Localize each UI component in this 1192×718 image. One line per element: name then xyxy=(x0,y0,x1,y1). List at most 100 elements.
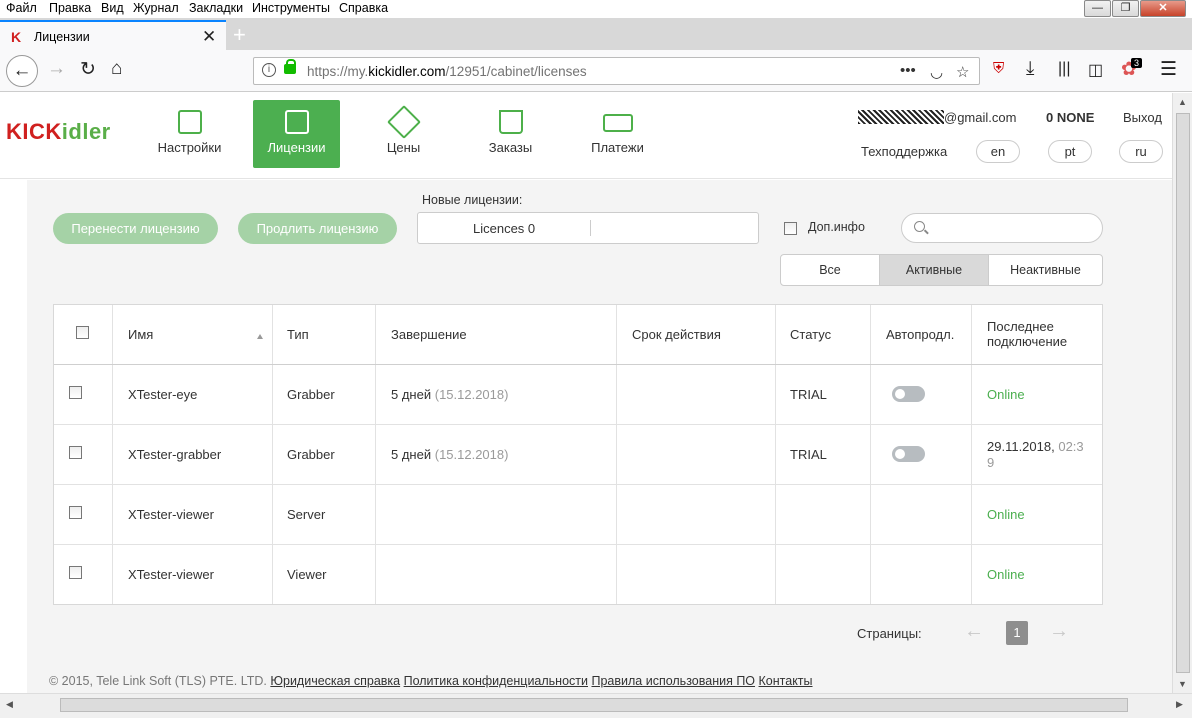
filter-all[interactable]: Все xyxy=(781,255,879,285)
next-page-arrow-icon[interactable]: → xyxy=(1049,620,1069,643)
cell-name[interactable]: XTester-eye xyxy=(128,387,197,402)
tab-licenses[interactable]: K Лицензии ✕ xyxy=(0,20,226,50)
logout-link[interactable]: Выход xyxy=(1123,110,1162,125)
tab-strip: K Лицензии ✕ + xyxy=(0,18,1192,50)
forward-button[interactable]: → xyxy=(47,58,66,80)
row-checkbox[interactable] xyxy=(69,386,82,399)
new-licenses-select[interactable]: Licences 0 xyxy=(417,212,759,244)
licenses-table: Имя Тип Завершение Срок действия Статус … xyxy=(53,304,1103,605)
filter-active[interactable]: Активные xyxy=(879,255,989,285)
vertical-scrollbar[interactable]: ▲ ▼ xyxy=(1172,93,1192,693)
menu-tools[interactable]: Инструменты xyxy=(252,1,330,15)
horizontal-scrollbar[interactable]: ◀ ▶ xyxy=(0,693,1192,718)
nav-payments[interactable]: Платежи xyxy=(574,100,661,168)
sort-asc-icon[interactable] xyxy=(257,334,263,339)
info-icon[interactable]: i xyxy=(262,63,276,77)
home-button[interactable]: ⌂ xyxy=(111,58,122,80)
hamburger-menu-icon[interactable]: ☰ xyxy=(1160,58,1177,81)
close-window-button[interactable]: ✕ xyxy=(1140,0,1186,17)
header-last-connection[interactable]: Последнее подключение xyxy=(987,319,1067,349)
lang-pt-button[interactable]: pt xyxy=(1048,140,1092,163)
copyright: © 2015, Tele Link Soft (TLS) PTE. LTD. xyxy=(49,674,267,688)
url-text[interactable]: https://my.kickidler.com/12951/cabinet/l… xyxy=(307,64,587,79)
cell-type: Server xyxy=(287,507,326,522)
footer-link-privacy[interactable]: Политика конфиденциальности xyxy=(404,674,588,688)
nav-toolbar: ← → ↻ ⌂ i https://my.kickidler.com/12951… xyxy=(0,50,1192,92)
header-validity[interactable]: Срок действия xyxy=(632,327,721,342)
menu-bookmarks[interactable]: Закладки xyxy=(189,1,243,15)
cell-type: Viewer xyxy=(287,567,327,582)
maximize-button[interactable]: ❐ xyxy=(1112,0,1139,17)
pagination-label: Страницы: xyxy=(857,626,922,641)
prev-page-arrow-icon[interactable]: ← xyxy=(964,620,984,643)
cell-last-connection: Online xyxy=(987,387,1025,402)
header-name[interactable]: Имя xyxy=(128,327,153,342)
search-input[interactable] xyxy=(901,213,1103,243)
header-expiry[interactable]: Завершение xyxy=(391,327,467,342)
cell-expiry: 5 дней (15.12.2018) xyxy=(391,387,509,402)
page-1-button[interactable]: 1 xyxy=(1006,621,1028,645)
cell-name[interactable]: XTester-viewer xyxy=(128,567,214,582)
extend-license-button[interactable]: Продлить лицензию xyxy=(238,213,397,244)
kickidler-logo[interactable]: KICKidler xyxy=(6,119,111,145)
menu-history[interactable]: Журнал xyxy=(133,1,179,15)
extra-info-checkbox[interactable] xyxy=(784,222,797,235)
lang-ru-button[interactable]: ru xyxy=(1119,140,1163,163)
filter-inactive[interactable]: Неактивные xyxy=(989,255,1102,285)
cell-status: TRIAL xyxy=(790,387,827,402)
new-tab-button[interactable]: + xyxy=(233,22,246,48)
scroll-thumb[interactable] xyxy=(60,698,1128,712)
library-icon[interactable]: ||| xyxy=(1058,60,1070,78)
select-all-checkbox[interactable] xyxy=(76,326,89,339)
kickidler-favicon-icon: K xyxy=(11,29,22,45)
scroll-thumb[interactable] xyxy=(1176,113,1190,673)
ublock-icon[interactable]: ⛨ xyxy=(993,60,1004,77)
autorenew-toggle[interactable] xyxy=(892,386,925,402)
search-icon xyxy=(914,221,925,232)
footer-link-contacts[interactable]: Контакты xyxy=(759,674,813,688)
nav-licenses[interactable]: Лицензии xyxy=(253,100,340,168)
menu-view[interactable]: Вид xyxy=(101,1,124,15)
nav-orders[interactable]: Заказы xyxy=(467,100,554,168)
footer-link-legal[interactable]: Юридическая справка xyxy=(270,674,400,688)
back-button[interactable]: ← xyxy=(6,55,38,87)
page-actions-icon[interactable]: ••• xyxy=(900,62,916,79)
menu-help[interactable]: Справка xyxy=(339,1,388,15)
transfer-license-button[interactable]: Перенести лицензию xyxy=(53,213,218,244)
cell-expiry: 5 дней (15.12.2018) xyxy=(391,447,509,462)
row-checkbox[interactable] xyxy=(69,446,82,459)
sidebar-icon[interactable]: ◫ xyxy=(1088,60,1103,80)
new-licenses-label: Новые лицензии: xyxy=(422,193,523,207)
menu-edit[interactable]: Правка xyxy=(49,1,91,15)
header-autorenew[interactable]: Автопродл. xyxy=(886,327,954,342)
minimize-button[interactable]: — xyxy=(1084,0,1111,17)
menu-file[interactable]: Файл xyxy=(6,1,37,15)
footer-link-terms[interactable]: Правила использования ПО xyxy=(591,674,755,688)
support-link[interactable]: Техподдержка xyxy=(861,144,947,159)
row-checkbox[interactable] xyxy=(69,566,82,579)
cell-name[interactable]: XTester-grabber xyxy=(128,447,221,462)
download-icon[interactable]: ⤓ xyxy=(1026,58,1034,80)
url-bar[interactable]: i https://my.kickidler.com/12951/cabinet… xyxy=(253,57,980,85)
scroll-down-icon[interactable]: ▼ xyxy=(1178,679,1187,689)
cell-status: TRIAL xyxy=(790,447,827,462)
nav-settings[interactable]: Настройки xyxy=(146,100,233,168)
nav-prices[interactable]: Цены xyxy=(360,100,447,168)
window-controls: — ❐ ✕ xyxy=(1083,0,1186,18)
reload-button[interactable]: ↻ xyxy=(80,58,96,81)
scroll-right-icon[interactable]: ▶ xyxy=(1176,699,1183,710)
tab-close-icon[interactable]: ✕ xyxy=(202,27,216,47)
cell-name[interactable]: XTester-viewer xyxy=(128,507,214,522)
header-type[interactable]: Тип xyxy=(287,327,309,342)
user-email: @gmail.com xyxy=(858,110,1016,125)
pocket-icon[interactable]: ◡ xyxy=(930,63,943,81)
row-checkbox[interactable] xyxy=(69,506,82,519)
header-status[interactable]: Статус xyxy=(790,327,831,342)
autorenew-toggle[interactable] xyxy=(892,446,925,462)
lang-en-button[interactable]: en xyxy=(976,140,1020,163)
bookmark-star-icon[interactable]: ☆ xyxy=(956,63,969,81)
scroll-up-icon[interactable]: ▲ xyxy=(1178,97,1187,107)
scroll-left-icon[interactable]: ◀ xyxy=(6,699,13,710)
cell-last-connection: Online xyxy=(987,567,1025,582)
inbox-icon xyxy=(177,110,202,134)
